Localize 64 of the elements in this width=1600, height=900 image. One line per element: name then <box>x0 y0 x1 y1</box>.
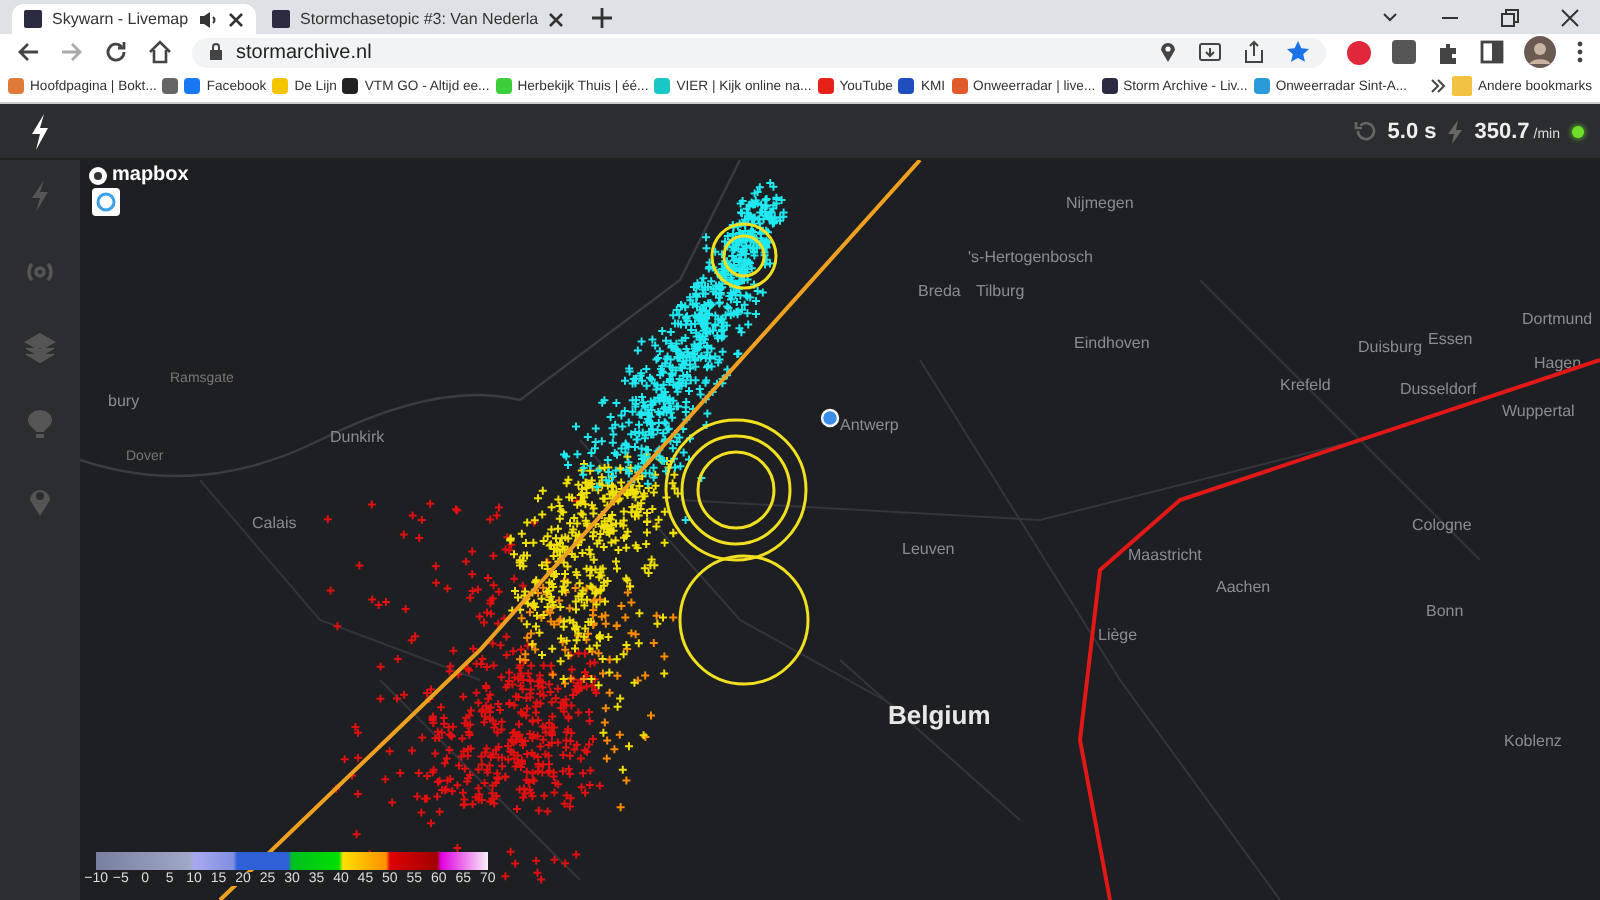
favicon-icon <box>24 10 42 28</box>
menu-icon[interactable] <box>1576 40 1584 64</box>
tab-title: Stormchasetopic #3: Van Nederla <box>300 10 539 28</box>
history-icon <box>1353 120 1376 142</box>
mapbox-logo[interactable]: mapbox <box>88 164 189 186</box>
location-dot-icon <box>820 408 840 428</box>
chevron-icon[interactable] <box>1429 78 1446 94</box>
place-label: Nijmegen <box>1066 194 1134 212</box>
extension-icon[interactable] <box>1392 40 1416 64</box>
star-icon[interactable] <box>1286 40 1310 64</box>
browser-tab[interactable]: Skywarn - Livemap <box>12 4 257 34</box>
place-label: Wuppertal <box>1502 402 1575 420</box>
share-icon[interactable] <box>1242 40 1266 64</box>
place-label: Liège <box>1098 626 1138 644</box>
home-icon[interactable] <box>148 40 172 64</box>
strike-rate: 350.7 <box>1474 119 1530 143</box>
new-tab-icon[interactable] <box>592 8 613 28</box>
locate-icon <box>94 190 118 214</box>
extension-icon[interactable] <box>1346 39 1372 65</box>
interval-text: 5.0 s <box>1387 119 1437 143</box>
reload-icon[interactable] <box>104 40 128 64</box>
place-label: Dortmund <box>1522 310 1593 328</box>
mapbox-icon <box>88 165 108 185</box>
puzzle-icon[interactable] <box>1436 40 1460 64</box>
place-label: Hagen <box>1534 354 1582 372</box>
place-label: Dunkirk <box>330 428 385 446</box>
close-icon[interactable] <box>1560 8 1580 28</box>
place-label: Leuven <box>902 540 955 558</box>
folder-icon <box>1451 74 1472 98</box>
place-label: Calais <box>252 514 297 532</box>
side-panel-icon[interactable] <box>1480 40 1504 64</box>
place-label: Bonn <box>1426 602 1464 620</box>
lightning-icon <box>1448 119 1463 143</box>
place-label: Dusseldorf <box>1400 380 1477 398</box>
close-icon[interactable] <box>228 11 245 27</box>
back-icon[interactable] <box>16 40 40 64</box>
place-label: 's-Hertogenbosch <box>968 248 1093 266</box>
place-label: Breda <box>918 282 961 300</box>
close-icon[interactable] <box>548 11 565 27</box>
avatar-icon[interactable] <box>1524 36 1556 68</box>
location-pin-icon[interactable] <box>1158 40 1178 64</box>
place-label: Tilburg <box>976 282 1025 300</box>
place-label: bury <box>108 392 140 410</box>
place-label: Essen <box>1428 330 1473 348</box>
restore-icon[interactable] <box>1500 8 1520 28</box>
place-label: Cologne <box>1412 516 1472 534</box>
tab-title: Skywarn - Livemap <box>52 10 189 28</box>
place-label: Koblenz <box>1504 732 1562 750</box>
lock-icon[interactable] <box>208 42 224 62</box>
address-bar[interactable]: stormarchive.nl <box>192 37 1326 67</box>
locate-button[interactable] <box>92 188 120 216</box>
place-label: Maastricht <box>1128 546 1202 564</box>
bookmark-icon[interactable] <box>162 78 179 94</box>
lightning-logo-icon[interactable] <box>30 113 50 149</box>
favicon-icon <box>272 10 291 28</box>
place-label: Krefeld <box>1280 376 1331 394</box>
place-label: Antwerp <box>840 416 899 434</box>
place-label: Duisburg <box>1358 338 1423 356</box>
speaker-icon[interactable] <box>198 9 219 29</box>
place-label: Aachen <box>1216 578 1271 596</box>
place-label: Eindhoven <box>1074 334 1150 352</box>
place-label: Belgium <box>888 700 991 730</box>
browser-tab[interactable]: Stormchasetopic #3: Van Nederla <box>260 4 577 34</box>
install-icon[interactable] <box>1198 40 1222 64</box>
